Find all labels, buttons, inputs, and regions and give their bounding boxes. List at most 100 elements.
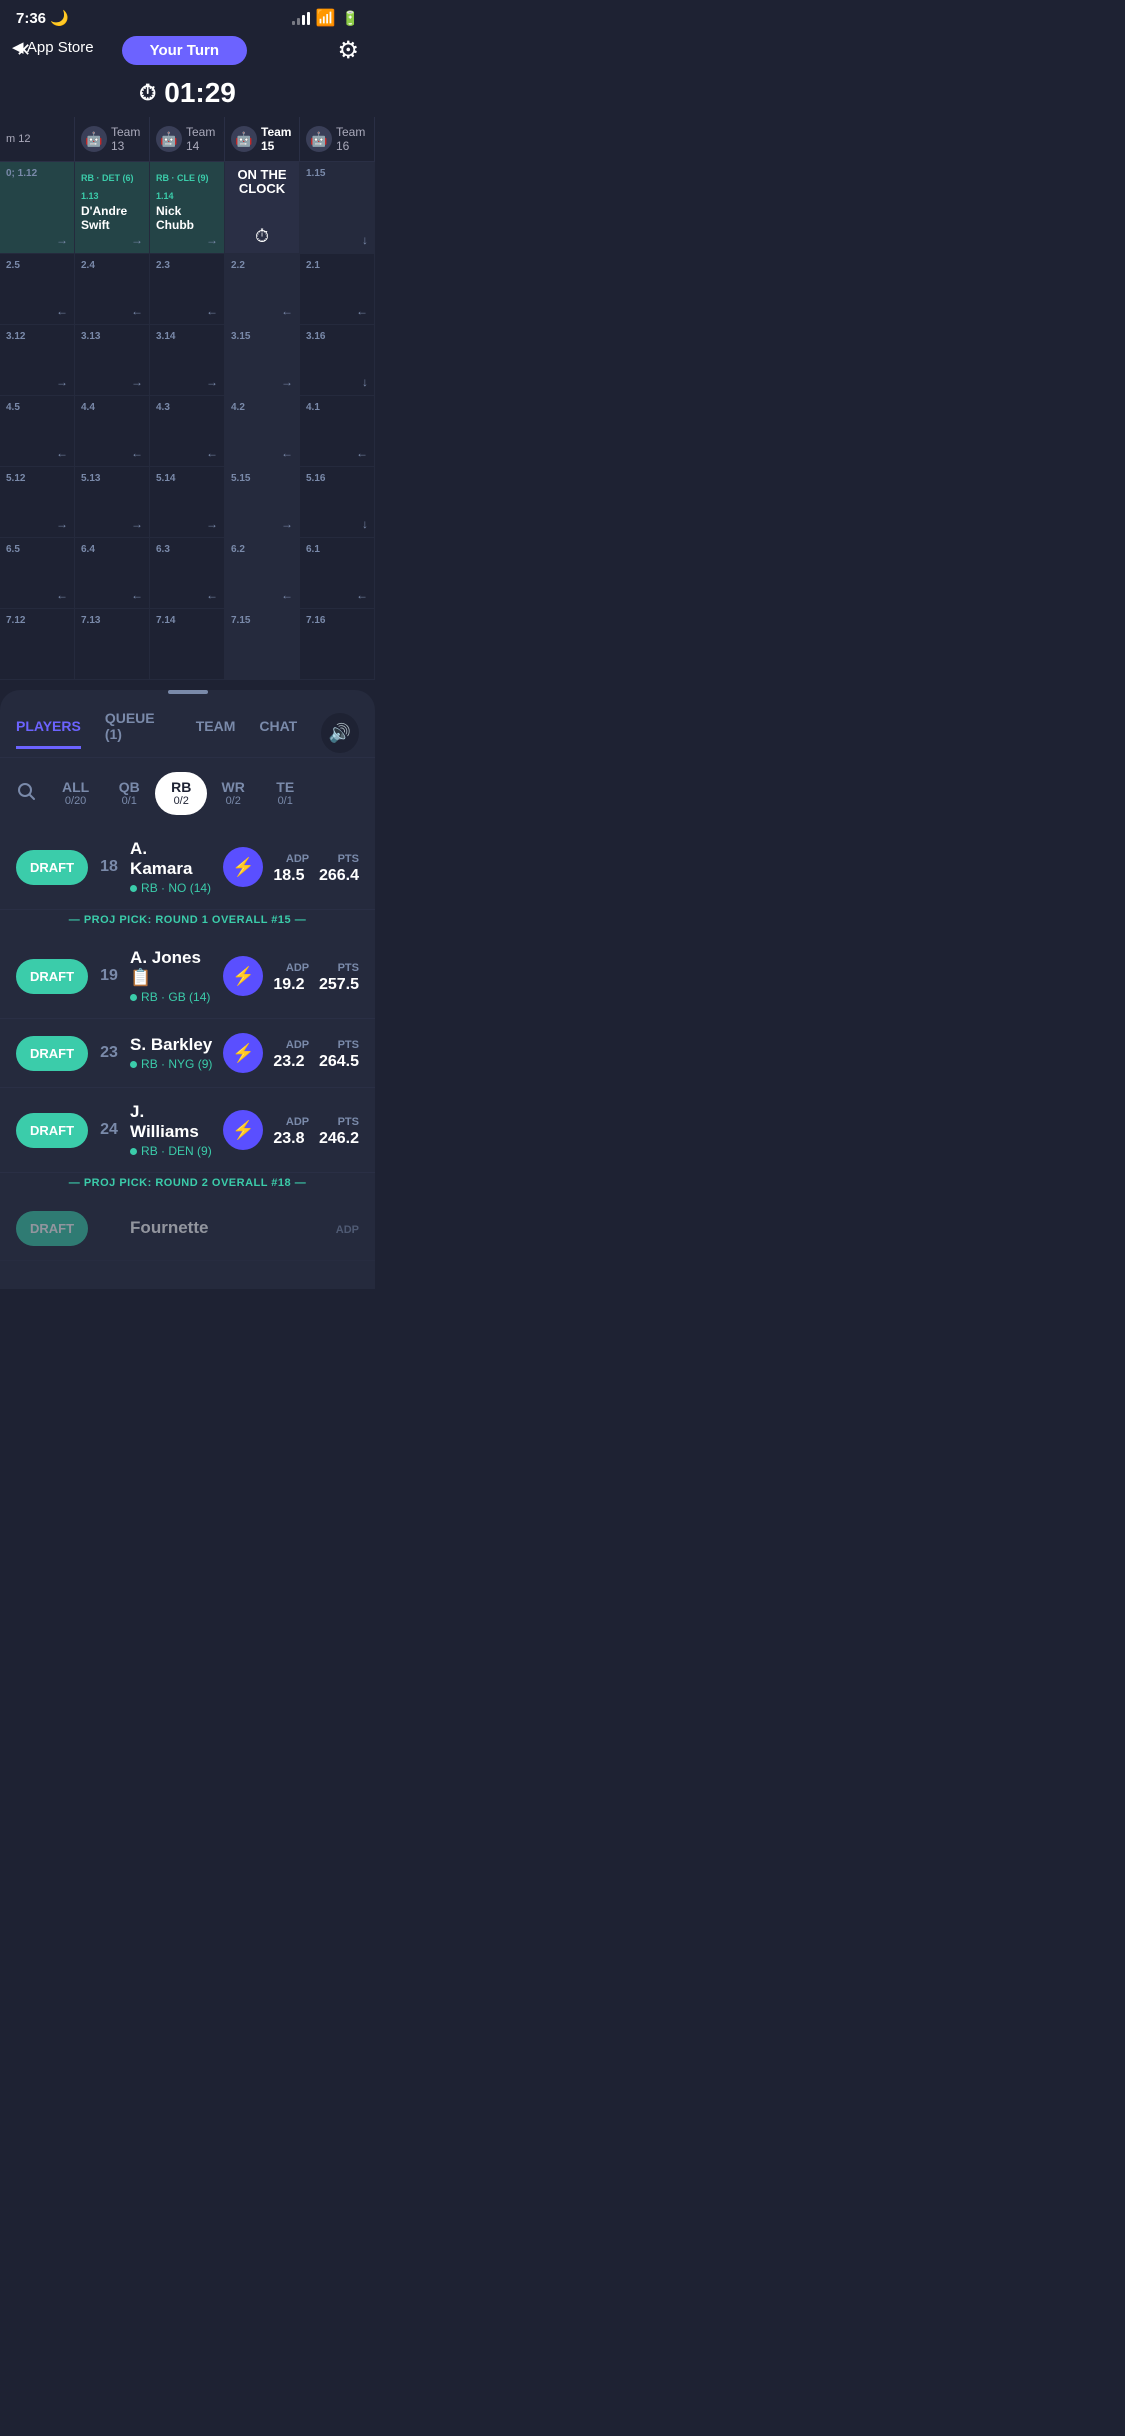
timer-row: ⏱ 01:29 bbox=[0, 73, 375, 117]
draft-button-barkley[interactable]: DRAFT bbox=[16, 1036, 88, 1071]
cell-4-3[interactable]: 4.3 ← bbox=[150, 396, 225, 466]
sound-button[interactable]: 🔊 bbox=[321, 713, 359, 753]
pick-num: 5.13 bbox=[81, 473, 143, 484]
player-stats-fournette: ADP bbox=[336, 1220, 359, 1238]
pick-num: 5.15 bbox=[231, 473, 293, 484]
filter-qb[interactable]: QB 0/1 bbox=[103, 772, 155, 815]
filter-te[interactable]: TE 0/1 bbox=[259, 772, 311, 815]
player-stats-kamara: ADP PTS 18.5 266.4 bbox=[273, 849, 359, 885]
cell-4-1[interactable]: 4.5 ← bbox=[0, 396, 75, 466]
cell-2-4[interactable]: 2.2 ← bbox=[225, 254, 300, 324]
cell-1-3[interactable]: RB · CLE (9) 1.14 Nick Chubb → bbox=[150, 162, 225, 253]
cell-1-2[interactable]: RB · DET (6) 1.13 D'Andre Swift → bbox=[75, 162, 150, 253]
arrow: ← bbox=[356, 446, 368, 460]
pts-value-kamara: 266.4 bbox=[319, 867, 359, 884]
filter-wr[interactable]: WR 0/2 bbox=[207, 772, 259, 815]
arrow: ← bbox=[281, 304, 293, 318]
pick-num: 2.3 bbox=[156, 260, 218, 271]
search-icon[interactable] bbox=[16, 781, 36, 807]
settings-gear-icon[interactable]: ⚙ bbox=[337, 36, 359, 65]
team-col-14[interactable]: 🤖 Team 14 bbox=[150, 117, 225, 161]
proj-pick-williams: — PROJ PICK: ROUND 2 OVERALL #18 — bbox=[0, 1173, 375, 1197]
board-row-7: 7.12 7.13 7.14 7.15 7.16 bbox=[0, 609, 375, 680]
cell-5-1[interactable]: 5.12 → bbox=[0, 467, 75, 537]
cell-6-5[interactable]: 6.1 ← bbox=[300, 538, 375, 608]
adp-label: ADP bbox=[286, 1039, 309, 1051]
player-item-barkley: DRAFT 23 S. Barkley RB · NYG (9) ⚡ ADP P… bbox=[0, 1019, 375, 1088]
adp-value-barkley: 23.2 bbox=[273, 1053, 304, 1070]
cell-1-1[interactable]: 0; 1.12 → bbox=[0, 162, 75, 253]
player-icon-williams: ⚡ bbox=[223, 1110, 263, 1150]
cell-4-5[interactable]: 4.1 ← bbox=[300, 396, 375, 466]
player-pos: RB · DET (6) 1.13 bbox=[81, 173, 134, 201]
cell-6-3[interactable]: 6.3 ← bbox=[150, 538, 225, 608]
team-16-label: Team 16 bbox=[336, 125, 368, 153]
cell-3-4[interactable]: 3.15 → bbox=[225, 325, 300, 395]
cell-5-3[interactable]: 5.14 → bbox=[150, 467, 225, 537]
cell-1-5[interactable]: 1.15 ↓ bbox=[300, 162, 375, 253]
cell-2-3[interactable]: 2.3 ← bbox=[150, 254, 225, 324]
pick-num: 3.12 bbox=[6, 331, 68, 342]
team-13-label: Team 13 bbox=[111, 125, 143, 153]
cell-3-1[interactable]: 3.12 → bbox=[0, 325, 75, 395]
player-icon-barkley: ⚡ bbox=[223, 1033, 263, 1073]
cell-7-5[interactable]: 7.16 bbox=[300, 609, 375, 679]
arrow: → bbox=[281, 375, 293, 389]
draft-button-jones[interactable]: DRAFT bbox=[16, 959, 88, 994]
cell-7-2[interactable]: 7.13 bbox=[75, 609, 150, 679]
cell-2-1[interactable]: 2.5 ← bbox=[0, 254, 75, 324]
app-store-label[interactable]: ◀ App Store bbox=[12, 38, 94, 56]
cell-1-4[interactable]: ON THE CLOCK ⏱ bbox=[225, 162, 300, 253]
player-rank-jones: 19 bbox=[98, 967, 120, 985]
arrow: ← bbox=[206, 304, 218, 318]
cell-6-1[interactable]: 6.5 ← bbox=[0, 538, 75, 608]
cell-5-2[interactable]: 5.13 → bbox=[75, 467, 150, 537]
player-item-williams: DRAFT 24 J. Williams RB · DEN (9) ⚡ ADP … bbox=[0, 1088, 375, 1173]
cell-2-5[interactable]: 2.1 ← bbox=[300, 254, 375, 324]
draft-button-kamara[interactable]: DRAFT bbox=[16, 850, 88, 885]
board-row-4: 4.5 ← 4.4 ← 4.3 ← 4.2 ← 4.1 ← bbox=[0, 396, 375, 467]
filter-te-count: 0/1 bbox=[278, 795, 293, 807]
tab-queue[interactable]: QUEUE (1) bbox=[105, 710, 172, 757]
board-row-5: 5.12 → 5.13 → 5.14 → 5.15 → 5.16 ↓ bbox=[0, 467, 375, 538]
cell-3-2[interactable]: 3.13 → bbox=[75, 325, 150, 395]
pts-label: PTS bbox=[338, 962, 359, 974]
team-col-12[interactable]: m 12 bbox=[0, 117, 75, 161]
cell-4-2[interactable]: 4.4 ← bbox=[75, 396, 150, 466]
tab-players[interactable]: PLAYERS bbox=[16, 718, 81, 749]
adp-value-williams: 23.8 bbox=[273, 1130, 304, 1147]
adp-label: ADP bbox=[286, 962, 309, 974]
cell-6-2[interactable]: 6.4 ← bbox=[75, 538, 150, 608]
cell-7-3[interactable]: 7.14 bbox=[150, 609, 225, 679]
cell-7-1[interactable]: 7.12 bbox=[0, 609, 75, 679]
cell-5-4[interactable]: 5.15 → bbox=[225, 467, 300, 537]
cell-3-5[interactable]: 3.16 ↓ bbox=[300, 325, 375, 395]
pick-num: 3.16 bbox=[306, 331, 368, 342]
cell-7-4[interactable]: 7.15 bbox=[225, 609, 300, 679]
filter-rb-count: 0/2 bbox=[174, 795, 189, 807]
cell-3-3[interactable]: 3.14 → bbox=[150, 325, 225, 395]
filter-te-label: TE bbox=[276, 780, 294, 795]
draft-button-williams[interactable]: DRAFT bbox=[16, 1113, 88, 1148]
team-col-15[interactable]: 🤖 Team 15 bbox=[225, 117, 300, 161]
player-name-williams: J. Williams bbox=[130, 1102, 213, 1142]
player-name-fournette: Fournette bbox=[130, 1218, 326, 1238]
draft-button-fournette[interactable]: DRAFT bbox=[16, 1211, 88, 1246]
tab-team[interactable]: TEAM bbox=[196, 718, 236, 749]
draft-board: 0; 1.12 → RB · DET (6) 1.13 D'Andre Swif… bbox=[0, 162, 375, 680]
team-col-16[interactable]: 🤖 Team 16 bbox=[300, 117, 375, 161]
cell-5-5[interactable]: 5.16 ↓ bbox=[300, 467, 375, 537]
board-row-2: 2.5 ← 2.4 ← 2.3 ← 2.2 ← 2.1 ← bbox=[0, 254, 375, 325]
adp-value-jones: 19.2 bbox=[273, 976, 304, 993]
cell-6-4[interactable]: 6.2 ← bbox=[225, 538, 300, 608]
filter-rb[interactable]: RB 0/2 bbox=[155, 772, 207, 815]
team-14-avatar: 🤖 bbox=[156, 126, 182, 152]
cell-2-2[interactable]: 2.4 ← bbox=[75, 254, 150, 324]
team-col-13[interactable]: 🤖 Team 13 bbox=[75, 117, 150, 161]
pick-num: 3.13 bbox=[81, 331, 143, 342]
filter-all[interactable]: ALL 0/20 bbox=[48, 772, 103, 815]
tab-chat[interactable]: CHAT bbox=[259, 718, 297, 749]
pick-num: 3.15 bbox=[231, 331, 293, 342]
cell-4-4[interactable]: 4.2 ← bbox=[225, 396, 300, 466]
moon-icon: 🌙 bbox=[50, 9, 69, 27]
